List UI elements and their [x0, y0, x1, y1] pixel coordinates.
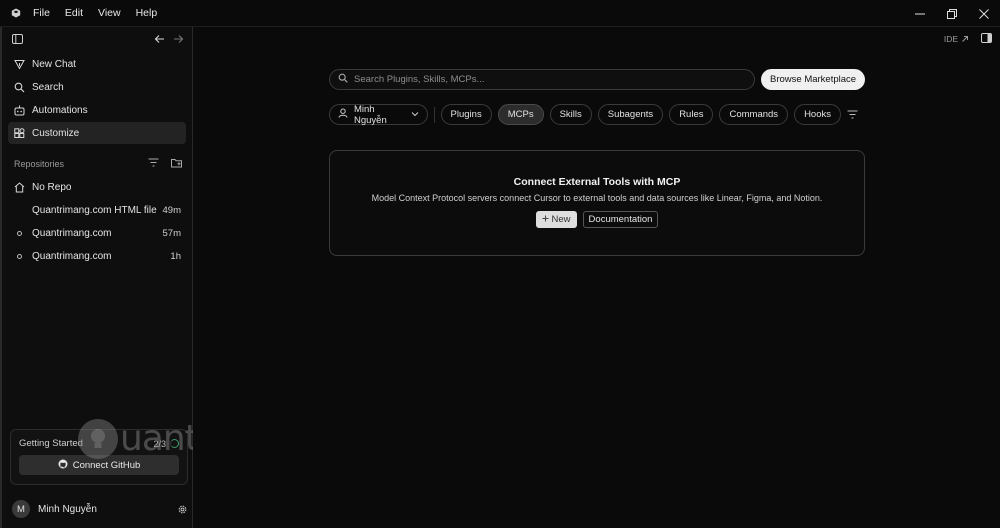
automations-icon — [13, 105, 25, 116]
filter-icon[interactable] — [847, 110, 858, 119]
new-mcp-button[interactable]: New — [535, 211, 577, 228]
back-arrow-icon[interactable] — [154, 34, 165, 47]
nav-search[interactable]: Search — [8, 76, 186, 98]
menu-file[interactable]: File — [33, 7, 50, 19]
plus-icon — [542, 214, 549, 225]
divider — [433, 106, 435, 123]
tab-commands[interactable]: Commands — [719, 104, 789, 125]
mcp-card-title: Connect External Tools with MCP — [513, 176, 681, 188]
mcp-card-description: Model Context Protocol servers connect C… — [371, 193, 823, 203]
nav-customize-label: Customize — [32, 127, 80, 139]
repo-name: Quantrimang.com HTML file — [32, 204, 157, 216]
connect-github-label: Connect GitHub — [72, 459, 141, 471]
ide-button[interactable]: IDE — [944, 34, 969, 44]
repo-time: 49m — [162, 204, 181, 216]
tab-plugins[interactable]: Plugins — [440, 104, 492, 125]
user-profile[interactable]: M Minh Nguyễn — [12, 499, 188, 519]
ide-label: IDE — [943, 34, 958, 44]
home-icon — [13, 181, 25, 193]
connect-github-button[interactable]: Connect GitHub — [19, 455, 179, 475]
menu-help[interactable]: Help — [136, 7, 158, 19]
tab-subagents[interactable]: Subagents — [597, 104, 664, 125]
mcp-empty-card: Connect External Tools with MCP Model Co… — [329, 150, 865, 256]
tab-rules[interactable]: Rules — [669, 104, 714, 125]
user-filter-label: Minh Nguyễn — [354, 103, 387, 126]
forward-arrow-icon[interactable] — [173, 34, 184, 47]
nav-new-chat-label: New Chat — [32, 58, 76, 70]
user-name: Minh Nguyễn — [38, 503, 97, 515]
menu-edit[interactable]: Edit — [65, 7, 83, 19]
nav-automations[interactable]: Automations — [8, 99, 186, 121]
restore-button[interactable] — [936, 0, 968, 27]
menu-view[interactable]: View — [98, 7, 121, 19]
search-icon — [13, 82, 25, 93]
getting-started-card: Getting Started 2/3 Connect GitHub — [10, 429, 188, 485]
gear-icon[interactable] — [177, 504, 188, 515]
customize-icon — [13, 127, 25, 139]
new-mcp-label: New — [551, 214, 571, 225]
search-icon — [338, 73, 348, 86]
toggle-panel-icon[interactable] — [981, 33, 992, 45]
browse-marketplace-button[interactable]: Browse Marketplace — [761, 69, 866, 90]
avatar: M — [12, 500, 30, 518]
app-logo-icon — [11, 8, 21, 18]
repo-no-repo[interactable]: No Repo — [8, 176, 186, 198]
tab-mcps[interactable]: MCPs — [497, 104, 544, 125]
status-dot-icon — [16, 230, 22, 236]
close-button[interactable] — [968, 0, 1000, 27]
github-icon — [58, 459, 68, 472]
status-dot-icon — [16, 253, 22, 259]
getting-started-title: Getting Started — [19, 438, 83, 449]
nav-new-chat[interactable]: New Chat — [8, 53, 186, 75]
repo-name: Quantrimang.com — [32, 227, 112, 239]
repo-item[interactable]: Quantrimang.com 1h — [8, 245, 186, 267]
add-folder-icon[interactable] — [171, 158, 182, 171]
documentation-button[interactable]: Documentation — [582, 211, 659, 228]
user-filter-dropdown[interactable]: Minh Nguyễn — [329, 103, 428, 126]
title-bar: File Edit View Help — [0, 0, 1000, 27]
repo-time: 57m — [162, 227, 181, 239]
main-panel: IDE Browse Marketplace Minh Nguyễn Plugi… — [193, 27, 1000, 528]
repo-item[interactable]: Quantrimang.com HTML file 49m — [8, 199, 186, 221]
minimize-button[interactable] — [904, 0, 936, 27]
tab-skills[interactable]: Skills — [549, 104, 592, 125]
getting-started-count: 2/3 — [153, 438, 166, 449]
toggle-sidebar-icon[interactable] — [12, 33, 23, 47]
nav-customize[interactable]: Customize — [8, 122, 186, 144]
repo-time: 1h — [170, 250, 181, 262]
search-field[interactable] — [329, 69, 755, 90]
external-arrow-icon — [962, 36, 968, 42]
repositories-heading: Repositories — [14, 159, 65, 169]
repo-name: No Repo — [32, 181, 72, 193]
sidebar: New Chat Search Automations Customize Re… — [0, 27, 193, 528]
user-icon — [338, 108, 348, 121]
filter-repos-icon[interactable] — [148, 158, 159, 171]
tab-hooks[interactable]: Hooks — [794, 104, 841, 125]
nav-search-label: Search — [32, 81, 64, 93]
repo-name: Quantrimang.com — [32, 250, 112, 262]
new-chat-icon — [13, 59, 25, 70]
nav-automations-label: Automations — [32, 104, 88, 116]
search-input[interactable] — [354, 74, 734, 85]
repo-item[interactable]: Quantrimang.com 57m — [8, 222, 186, 244]
chevron-down-icon — [411, 109, 419, 120]
progress-ring-icon — [170, 439, 179, 448]
